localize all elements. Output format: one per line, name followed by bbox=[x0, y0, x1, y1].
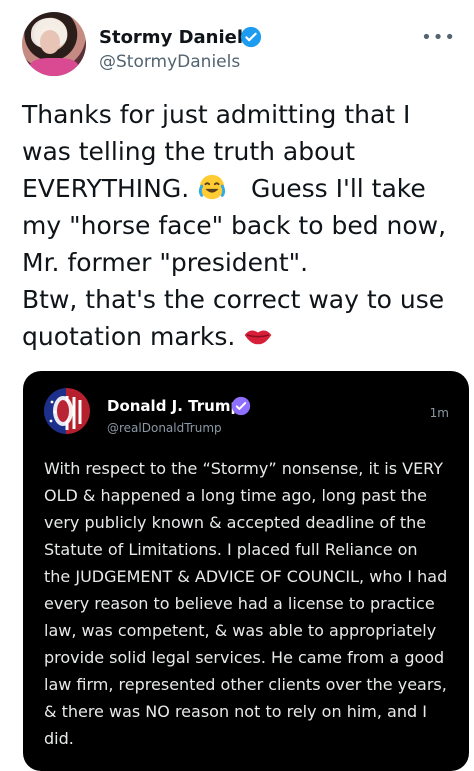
quoted-post-timestamp[interactable]: 1m bbox=[430, 406, 449, 420]
author-handle[interactable]: @StormyDaniels bbox=[99, 52, 240, 72]
quoted-author-handle[interactable]: @realDonaldTrump bbox=[107, 421, 222, 435]
author-avatar[interactable] bbox=[22, 12, 86, 76]
tweet-text: Thanks for just admitting that I was tel… bbox=[22, 96, 462, 355]
face-with-tears-of-joy-icon bbox=[199, 174, 226, 200]
verified-badge-icon bbox=[240, 26, 262, 48]
kiss-mark-icon bbox=[244, 330, 272, 345]
avatar-top bbox=[30, 58, 78, 76]
quoted-post-card[interactable]: Donald J. Trump @realDonaldTrump 1m With… bbox=[23, 371, 469, 771]
quoted-author-avatar[interactable] bbox=[44, 388, 90, 434]
tweet-header: Stormy Daniels @StormyDaniels ••• bbox=[22, 12, 462, 82]
verified-badge-icon bbox=[231, 396, 251, 416]
author-name[interactable]: Stormy Daniels bbox=[99, 27, 254, 48]
avatar-face bbox=[40, 30, 60, 54]
more-options-icon[interactable]: ••• bbox=[421, 27, 456, 48]
quoted-author-name[interactable]: Donald J. Trump bbox=[107, 397, 241, 415]
quoted-post-text: With respect to the “Stormy” nonsense, i… bbox=[44, 459, 448, 748]
